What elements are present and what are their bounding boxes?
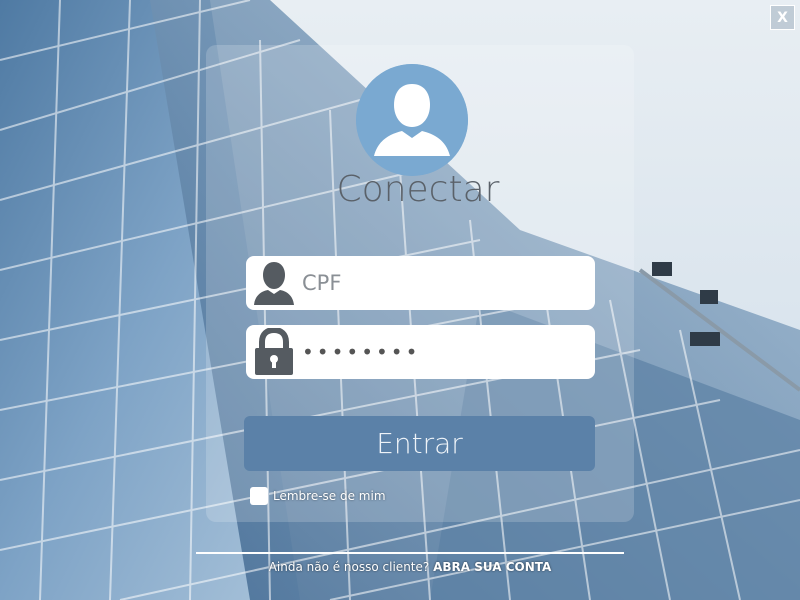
user-icon — [246, 256, 302, 310]
close-icon: X — [777, 9, 788, 26]
divider — [196, 552, 624, 554]
signup-question: Ainda não é nosso cliente? — [268, 560, 434, 574]
password-input[interactable] — [302, 332, 582, 372]
password-field[interactable] — [246, 325, 595, 379]
open-account-link[interactable]: ABRA SUA CONTA — [433, 560, 551, 574]
remember-me[interactable]: Lembre-se de mim — [250, 487, 386, 505]
signup-prompt: Ainda não é nosso cliente? ABRA SUA CONT… — [200, 560, 620, 574]
remember-checkbox[interactable] — [250, 487, 268, 505]
cpf-field[interactable] — [246, 256, 595, 310]
lock-icon — [246, 325, 302, 379]
user-avatar-icon — [356, 64, 468, 176]
close-button[interactable]: X — [770, 5, 795, 30]
remember-label: Lembre-se de mim — [273, 489, 386, 503]
submit-button[interactable]: Entrar — [244, 416, 595, 471]
page-title: Conectar — [336, 169, 500, 210]
cpf-input[interactable] — [302, 263, 582, 303]
